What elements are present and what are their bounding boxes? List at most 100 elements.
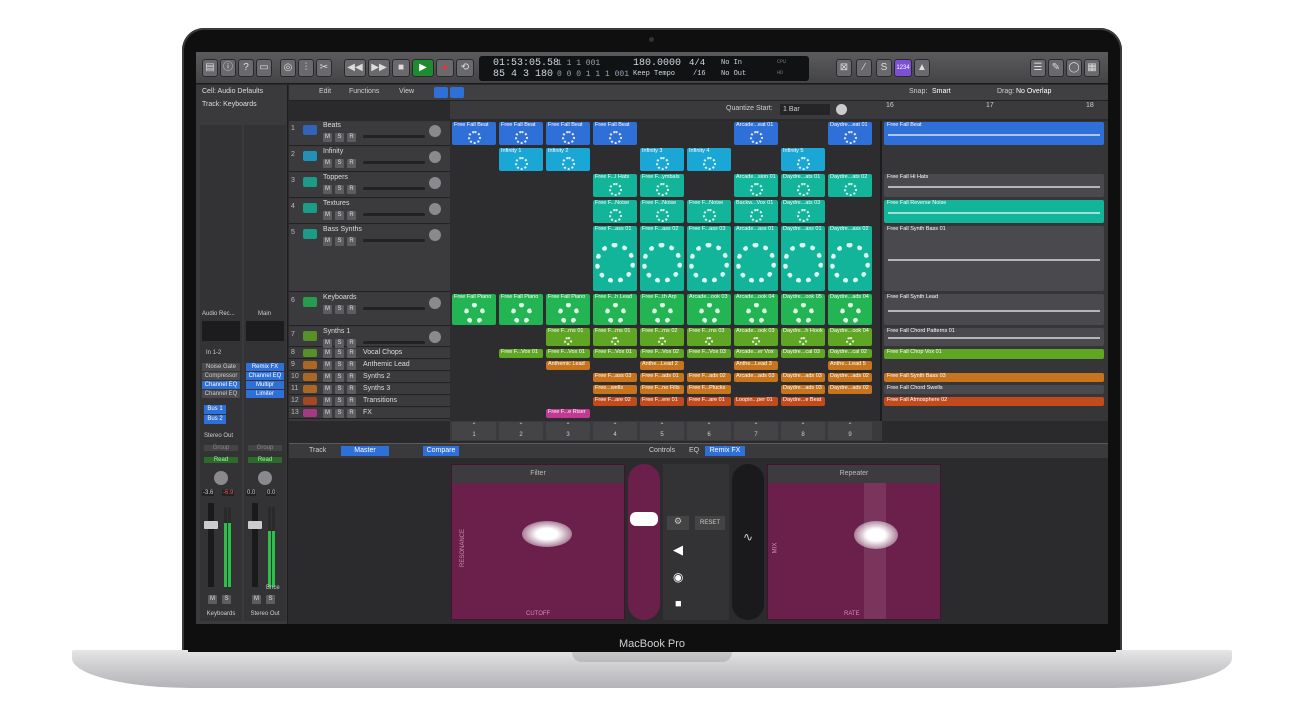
region[interactable]: Free Fall Chop Vox 01 (884, 349, 1104, 359)
loop-cell[interactable]: Free...wells (593, 385, 637, 394)
loop-cell[interactable]: Free F...Vox 01 (546, 349, 590, 358)
loop-cell[interactable]: Free F...ass 02 (640, 226, 684, 291)
loop-cell[interactable]: Free F...e Riser (546, 409, 590, 418)
loop-cell[interactable]: Free F...h Lead (593, 294, 637, 325)
list-editor-icon[interactable]: ☰ (1030, 59, 1046, 77)
grid-view-button[interactable] (434, 87, 448, 98)
help-icon[interactable]: ? (238, 59, 254, 77)
loop-cell[interactable]: Arcade...ook 03 (687, 294, 731, 325)
loop-cell[interactable]: Free Fall Beat (546, 122, 590, 145)
loop-cell[interactable]: Daydre...h Hook (781, 328, 825, 346)
loop-cell[interactable]: Free F...rns 03 (687, 328, 731, 346)
loop-cell[interactable]: Daydre...ass 01 (781, 226, 825, 291)
strip-setting[interactable]: Audio Rec... (202, 311, 235, 317)
region[interactable]: Free Fall Beat (884, 122, 1104, 145)
count-in-badge[interactable]: 1234 (894, 59, 912, 77)
tab-master[interactable]: Master (341, 446, 389, 456)
ruler[interactable]: 16 17 18 (882, 101, 1108, 119)
tab-eq[interactable]: EQ (689, 447, 699, 454)
loop-cell[interactable]: Free Fall Piano (452, 294, 496, 325)
scene-trigger[interactable]: ⌃ 2 (499, 422, 543, 440)
region[interactable]: Free Fall Chord Swells (884, 385, 1104, 394)
loop-cell[interactable]: Free F...ere 01 (640, 397, 684, 406)
loop-cell[interactable]: Free Fall Piano (499, 294, 543, 325)
solo-button[interactable]: S (335, 185, 344, 194)
solo-button[interactable]: S (335, 237, 344, 246)
mute-button[interactable]: M (252, 595, 261, 604)
toolbar-icon[interactable]: ▭ (256, 59, 272, 77)
solo-button[interactable]: S (335, 361, 344, 370)
pan-knob[interactable] (429, 331, 441, 343)
solo-button[interactable]: S (335, 409, 344, 418)
loop-cell[interactable]: Daydre...e Beat (781, 397, 825, 406)
plugin-channel-eq-2[interactable]: Channel EQ (202, 390, 240, 398)
loop-cell[interactable]: Daydre...ads 02 (828, 373, 872, 382)
loop-cell[interactable]: Anthe...Lead 5 (828, 361, 872, 370)
wand-icon[interactable]: ⁄ (856, 59, 872, 77)
track-header[interactable]: 6 Keyboards M S R (289, 293, 450, 326)
loop-cell[interactable]: Free F...Vox 02 (640, 349, 684, 358)
solo-button[interactable]: S (335, 159, 344, 168)
loop-cell[interactable]: Free F...ymbals (640, 174, 684, 197)
loop-cell[interactable]: Arcade...ass 01 (734, 226, 778, 291)
xy-puck[interactable] (522, 521, 572, 547)
volume-fader[interactable] (204, 521, 218, 529)
mute-button[interactable]: M (323, 159, 332, 168)
eq-thumbnail[interactable] (202, 321, 240, 341)
mute-button[interactable]: M (323, 409, 332, 418)
record-button[interactable]: R (347, 237, 356, 246)
gate-slider[interactable] (628, 464, 660, 620)
scene-trigger[interactable]: ⌃ 1 (452, 422, 496, 440)
region[interactable]: Free Fall Synth Bass 03 (884, 373, 1104, 382)
region[interactable]: Free Fall Hi Hats (884, 174, 1104, 197)
loop-cell[interactable]: Daydre...ass 02 (828, 226, 872, 291)
solo-button[interactable]: S (335, 397, 344, 406)
mute-button[interactable]: M (323, 133, 332, 142)
loop-cell[interactable]: Anthemic Lead (546, 361, 590, 370)
loop-cell[interactable]: Free F...rns 01 (546, 328, 590, 346)
record-button[interactable]: R (347, 339, 356, 348)
group-slot[interactable]: Group (248, 445, 282, 451)
loop-cell[interactable]: Free F...Noise (593, 200, 637, 223)
loop-cell[interactable]: Daydre...ats 03 (781, 200, 825, 223)
automation-read[interactable]: Read (204, 457, 238, 463)
loop-cell[interactable]: Arcade...ook 03 (734, 328, 778, 346)
loop-cell[interactable]: Infinity 5 (781, 148, 825, 171)
loop-cell[interactable]: Anthe...Lead 3 (734, 361, 778, 370)
record-button[interactable]: R (347, 159, 356, 168)
slider-puck[interactable] (630, 512, 658, 526)
tab-track[interactable]: Track (309, 447, 326, 454)
metronome-icon[interactable]: ▲ (914, 59, 930, 77)
mute-button[interactable]: M (208, 595, 217, 604)
stop-button[interactable]: ■ (392, 59, 410, 77)
automation-read[interactable]: Read (248, 457, 282, 463)
record-button[interactable]: R (347, 349, 356, 358)
loop-cell[interactable]: Free F...ne Fills (640, 385, 684, 394)
mute-button[interactable]: M (323, 397, 332, 406)
loop-cell[interactable]: Arcade...eat 01 (734, 122, 778, 145)
scene-trigger[interactable]: ⌃ 6 (687, 422, 731, 440)
inspector-icon[interactable]: ⓘ (220, 59, 236, 77)
solo-button[interactable]: S (335, 373, 344, 382)
pan-knob[interactable] (214, 471, 228, 485)
loop-cell[interactable]: Free F...ass 01 (593, 226, 637, 291)
drag-select[interactable]: No Overlap (1016, 88, 1051, 95)
loop-cell[interactable]: Free F...Plucks (687, 385, 731, 394)
lcd-display[interactable]: 01:53:05.58 1 1 1 001 180.0000 4/4 No In… (479, 56, 809, 81)
loop-cell[interactable]: Free F...ads 02 (687, 373, 731, 382)
forward-button[interactable]: ▶▶ (368, 59, 390, 77)
loop-cell[interactable]: Arcade...er Vox (734, 349, 778, 358)
track-header[interactable]: 5 Bass Synths M S R (289, 225, 450, 292)
loop-cell[interactable]: Arcade...sion 01 (734, 174, 778, 197)
volume-slider[interactable] (363, 135, 425, 138)
loop-cell[interactable]: Free F...rns 01 (593, 328, 637, 346)
plugin-limiter[interactable]: Limiter (246, 390, 284, 398)
loop-cell[interactable]: Free Fall Piano (546, 294, 590, 325)
track-header[interactable]: 1 Beats M S R (289, 121, 450, 146)
track-header[interactable]: 11 Synths 3 MSR (289, 384, 450, 395)
loop-cell[interactable]: Daydre...ook 05 (781, 294, 825, 325)
volume-slider[interactable] (363, 341, 425, 344)
region[interactable]: Free Fall Chord Patterns 01 (884, 328, 1104, 346)
plugin-remix-fx[interactable]: Remix FX (246, 363, 284, 371)
scene-trigger[interactable]: ⌃ 3 (546, 422, 590, 440)
